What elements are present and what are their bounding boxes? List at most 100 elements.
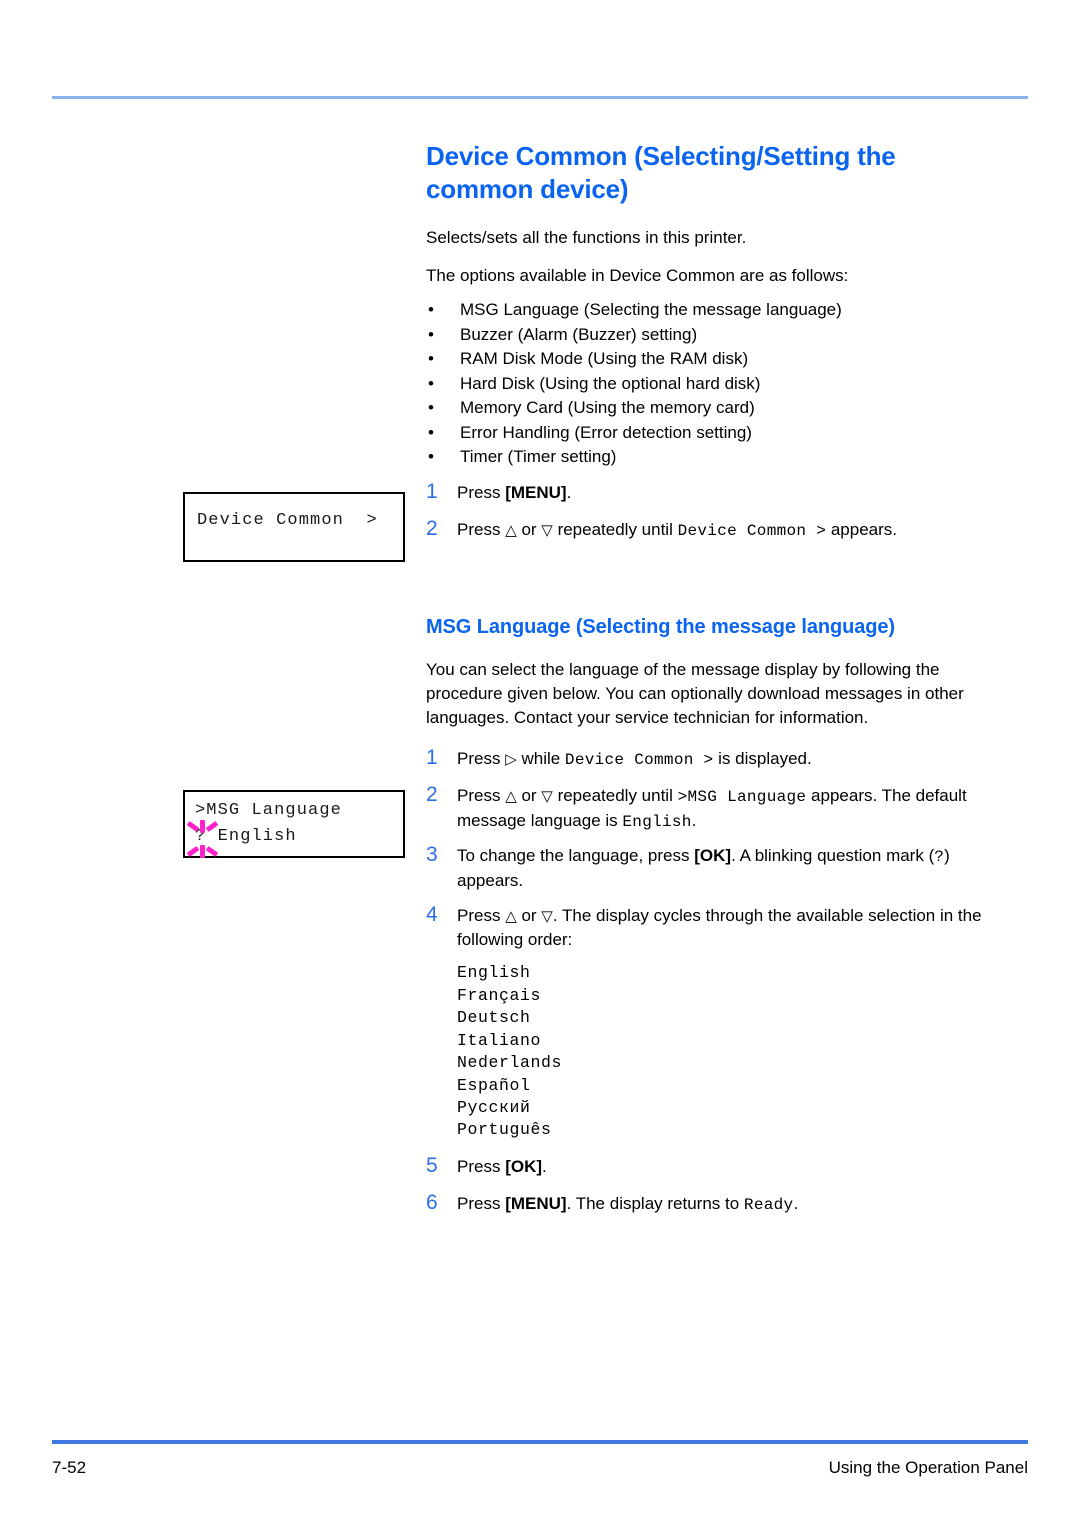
lcd-panel-msg-language: >MSG Language ? English [183, 790, 405, 858]
step-number: 4 [426, 903, 438, 927]
list-item: • Memory Card (Using the memory card) [426, 396, 982, 420]
list-item: • RAM Disk Mode (Using the RAM disk) [426, 347, 982, 371]
arrow-key-icon: ▽ [541, 521, 553, 539]
footer-chapter-title: Using the Operation Panel [828, 1458, 1028, 1477]
step-item: 1 Press ▷ while Device Common > is displa… [426, 744, 982, 773]
step-text-run: . The display returns to [566, 1193, 744, 1213]
list-item-label: MSG Language (Selecting the message lang… [460, 300, 842, 320]
step-text-run: Press [457, 1156, 506, 1176]
step-text-run: . A blinking question mark ( [731, 846, 935, 866]
display-text: Device Common > [677, 521, 827, 540]
list-item-label: Memory Card (Using the memory card) [460, 398, 755, 418]
step-item: 2 Press △ or ▽ repeatedly until >MSG Lang… [426, 781, 982, 833]
arrow-key-icon: ▷ [505, 750, 517, 768]
step-text: Press △ or ▽ repeatedly until >MSG Langu… [457, 781, 982, 833]
step-number: 3 [426, 843, 438, 867]
step-item: 3 To change the language, press [OK]. A b… [426, 841, 982, 893]
list-item-label: Hard Disk (Using the optional hard disk) [460, 373, 761, 393]
display-text: Ready [743, 1195, 794, 1214]
footer-page-number: 7-52 [52, 1458, 87, 1477]
step-text-run: or [516, 785, 542, 805]
language-option: Italiano [457, 1030, 542, 1050]
step-number: 2 [426, 516, 438, 540]
list-item-label: Error Handling (Error detection setting) [460, 422, 752, 442]
step-text-run: Press [457, 1193, 506, 1213]
step-number: 2 [426, 782, 438, 806]
device-common-options-list: • MSG Language (Selecting the message lan… [426, 298, 982, 469]
step-text-run: is displayed. [713, 748, 812, 768]
step-text-run: . [566, 482, 572, 502]
step-text: Press △ or ▽. The display cycles through… [457, 901, 982, 952]
footer-rule [52, 1440, 1028, 1444]
step-number: 5 [426, 1153, 438, 1177]
language-option: Français [457, 985, 542, 1005]
key-label: [OK] [694, 846, 732, 866]
lcd-panel-device-common: Device Common > [183, 492, 405, 562]
display-text: Device Common > [564, 750, 714, 769]
list-item-label: RAM Disk Mode (Using the RAM disk) [460, 349, 749, 369]
step-text: Press [MENU]. The display returns to Rea… [457, 1189, 982, 1217]
list-item: • Error Handling (Error detection setting… [426, 421, 982, 445]
list-item: • MSG Language (Selecting the message lan… [426, 298, 982, 322]
language-option: Nederlands [457, 1053, 563, 1073]
bullet-marker-icon: • [428, 422, 434, 442]
section-intro-2: The options available in Device Common a… [426, 266, 849, 286]
step-text-run: Press [457, 785, 506, 805]
step-text-run: . [691, 810, 697, 830]
step-text: Press ▷ while Device Common > is display… [457, 744, 982, 772]
bullet-marker-icon: • [428, 373, 434, 393]
step-number: 1 [426, 479, 438, 503]
lcd-panel-1-line-1: Device Common > [197, 511, 378, 530]
language-option: Русский [457, 1098, 531, 1117]
lcd-panel-2-line-1: >MSG Language [195, 801, 342, 820]
step-text: Press △ or ▽ repeatedly until Device Com… [457, 515, 982, 543]
language-option: Português [457, 1120, 552, 1140]
list-item: • Buzzer (Alarm (Buzzer) setting) [426, 323, 982, 347]
header-rule [52, 96, 1028, 99]
language-option: Deutsch [457, 1008, 531, 1028]
step-text-run: or [516, 519, 542, 539]
step-text-run: Press [457, 748, 506, 768]
language-option: English [457, 963, 531, 983]
step-item: 2 Press △ or ▽ repeatedly until Device Co… [426, 515, 982, 544]
arrow-key-icon: ▽ [541, 787, 553, 805]
arrow-key-icon: △ [505, 521, 517, 539]
bullet-marker-icon: • [428, 300, 434, 320]
step-item: 6 Press [MENU]. The display returns to Re… [426, 1189, 982, 1218]
step-text-run: . [542, 1156, 547, 1176]
main-content-column: Device Common (Selecting/Setting the com… [426, 140, 982, 1218]
arrow-key-icon: △ [505, 787, 517, 805]
step-item: 1 Press [MENU]. [426, 478, 982, 507]
arrow-key-icon: ▽ [541, 908, 553, 926]
step-number: 1 [426, 745, 438, 769]
bullet-marker-icon: • [428, 324, 434, 344]
step-text-run: or [516, 906, 542, 926]
step-text-run: Press [457, 906, 506, 926]
step-text-run: while [516, 748, 565, 768]
step-text-run: Press [457, 482, 506, 502]
list-item: • Hard Disk (Using the optional hard disk… [426, 372, 982, 396]
page-title: Device Common (Selecting/Setting the com… [426, 141, 896, 205]
bullet-marker-icon: • [428, 447, 434, 467]
key-label: [OK] [505, 1156, 543, 1176]
step-text-run: Press [457, 519, 506, 539]
list-item: • Timer (Timer setting) [426, 445, 982, 469]
bullet-marker-icon: • [428, 398, 434, 418]
language-option: Español [457, 1075, 531, 1095]
step-text-run: repeatedly until [552, 519, 678, 539]
display-text: ? [934, 848, 945, 867]
step-text: To change the language, press [OK]. A bl… [457, 841, 982, 893]
step-text-run: appears. [826, 519, 898, 539]
step-item: 5 Press [OK]. [426, 1152, 982, 1181]
msg-language-steps: 1 Press ▷ while Device Common > is displa… [426, 744, 982, 953]
lcd-panel-2-line-2: ? English [195, 827, 297, 846]
step-text-run: repeatedly until [552, 785, 678, 805]
step-text: Press [OK]. [457, 1152, 982, 1179]
key-label: [MENU] [505, 482, 567, 502]
step-text: Press [MENU]. [457, 478, 982, 505]
msg-language-steps-after: 5 Press [OK]. 6 Press [MENU]. The display r… [426, 1152, 982, 1218]
list-item-label: Timer (Timer setting) [460, 447, 617, 467]
subsection-intro: You can select the language of the messa… [426, 659, 964, 727]
subsection-title: MSG Language (Selecting the message lang… [426, 615, 895, 638]
display-text: >MSG Language [677, 787, 807, 806]
